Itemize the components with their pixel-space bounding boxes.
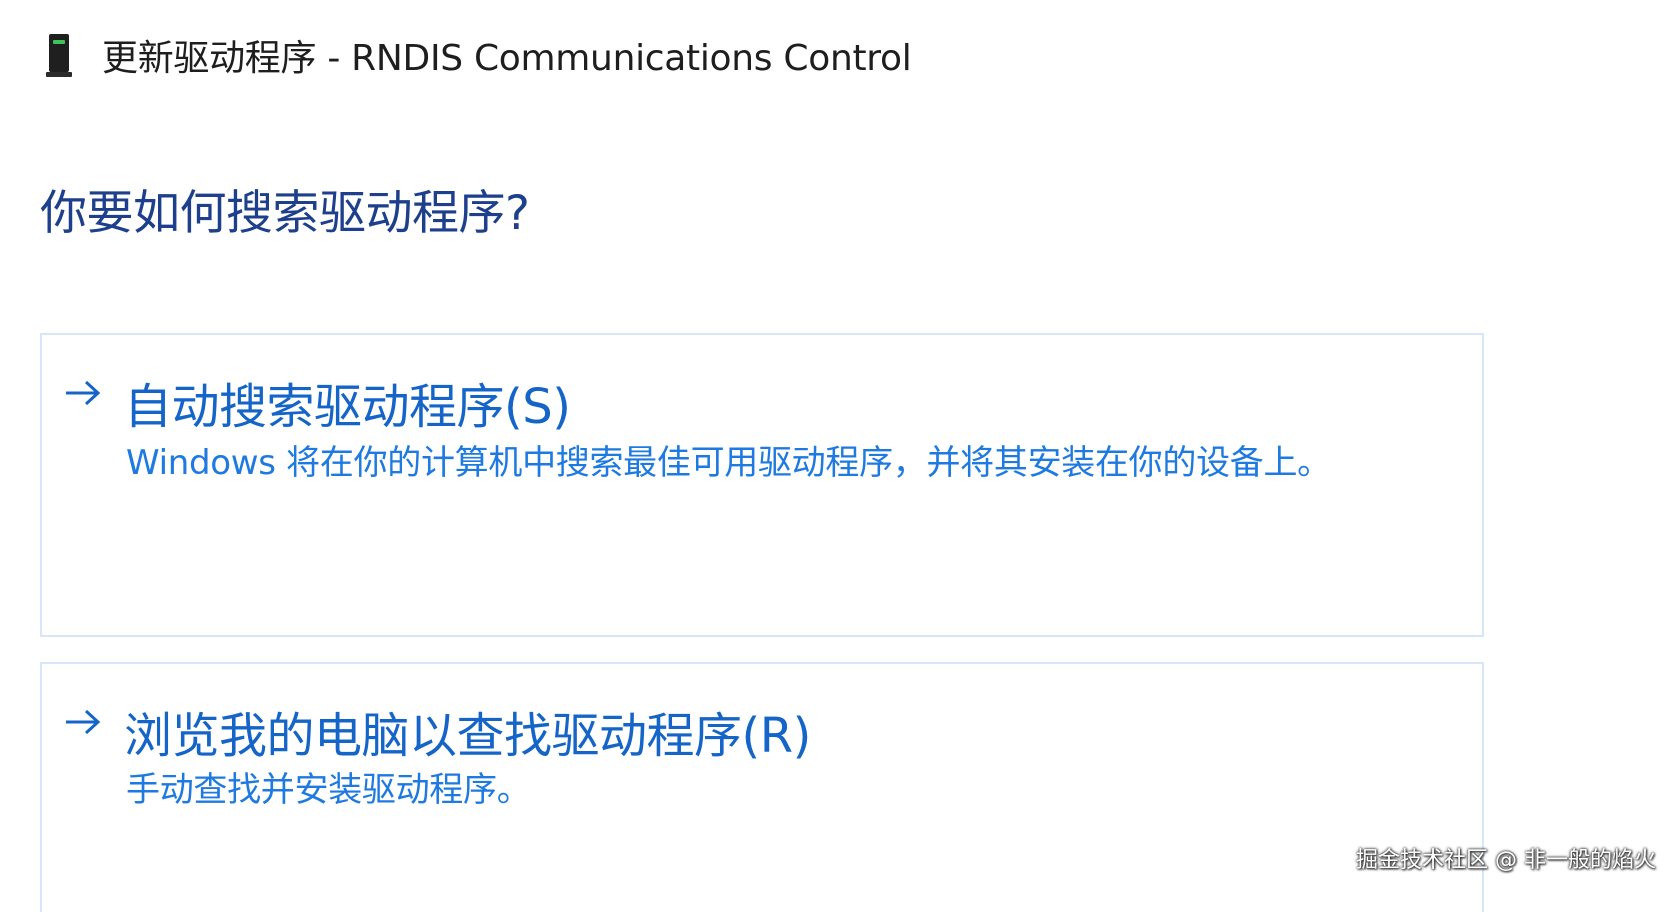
- network-device-icon: [44, 32, 74, 78]
- window-title: 更新驱动程序 - RNDIS Communications Control: [102, 38, 912, 79]
- browse-my-computer-title: 浏览我的电脑以查找驱动程序(R): [124, 708, 811, 764]
- browse-my-computer-description: 手动查找并安装驱动程序。: [126, 770, 531, 810]
- search-automatically-title: 自动搜索驱动程序(S): [124, 379, 571, 435]
- page-question-heading: 你要如何搜索驱动程序?: [40, 186, 530, 241]
- search-automatically-option[interactable]: 自动搜索驱动程序(S) Windows 将在你的计算机中搜索最佳可用驱动程序，并…: [40, 333, 1484, 637]
- browse-my-computer-option[interactable]: 浏览我的电脑以查找驱动程序(R) 手动查找并安装驱动程序。: [40, 662, 1484, 912]
- window-titlebar: 更新驱动程序 - RNDIS Communications Control: [44, 30, 912, 80]
- arrow-right-icon: [66, 380, 101, 406]
- arrow-right-icon: [66, 709, 101, 735]
- search-automatically-description: Windows 将在你的计算机中搜索最佳可用驱动程序，并将其安装在你的设备上。: [126, 443, 1331, 483]
- watermark-text: 掘金技术社区 @ 非一般的焰火: [1356, 848, 1656, 873]
